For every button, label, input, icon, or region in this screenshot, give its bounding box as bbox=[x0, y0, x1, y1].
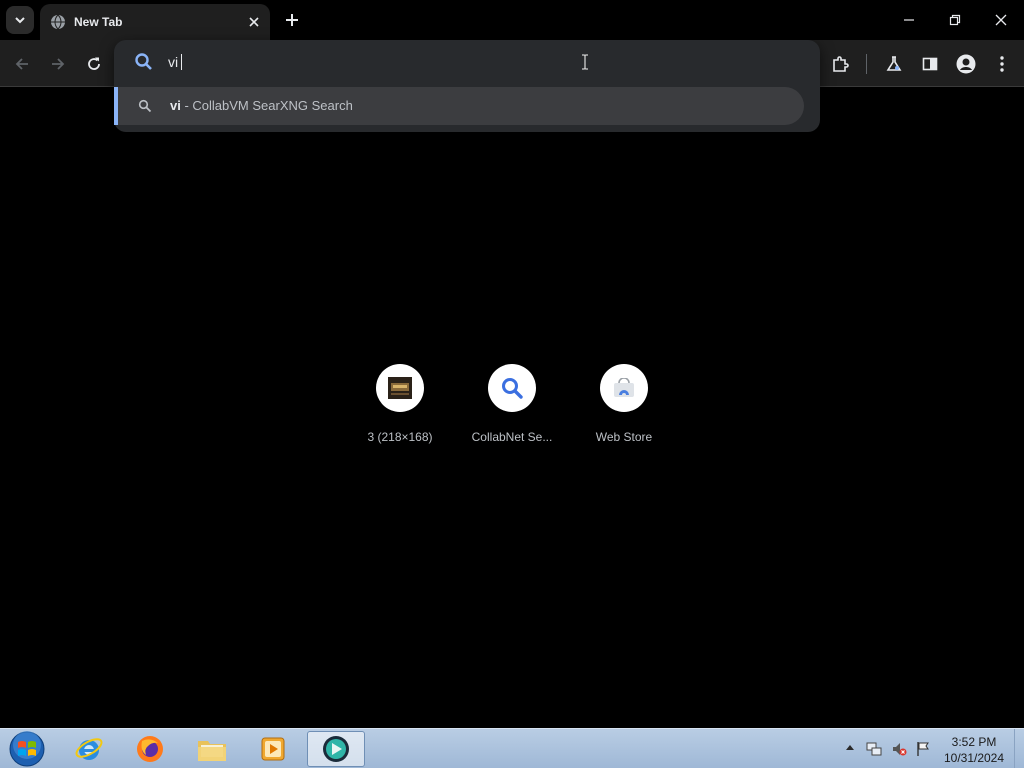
shortcut-icon-circle bbox=[488, 364, 536, 412]
omnibox-popup: vi - CollabVM SearXNG Search bbox=[114, 40, 820, 132]
suggestion-text: vi - CollabVM SearXNG Search bbox=[170, 98, 353, 113]
text-caret bbox=[181, 54, 182, 70]
screen: New Tab vi vi - CollabVM SearXNG Search … bbox=[0, 0, 1024, 768]
taskbar-app-file-explorer[interactable] bbox=[183, 731, 241, 767]
flask-icon bbox=[886, 56, 902, 71]
chevron-down-icon bbox=[15, 17, 25, 24]
search-icon bbox=[135, 53, 152, 70]
omnibox-input-row[interactable] bbox=[114, 40, 820, 84]
minimize-button[interactable] bbox=[886, 0, 932, 40]
thumbnail-image-icon bbox=[388, 377, 412, 399]
more-vertical-icon bbox=[1000, 56, 1004, 72]
profile-button[interactable] bbox=[952, 50, 980, 78]
reload-button[interactable] bbox=[80, 50, 108, 78]
forward-button[interactable] bbox=[44, 50, 72, 78]
toolbar-divider bbox=[866, 54, 867, 74]
taskbar-app-media-player[interactable] bbox=[244, 731, 302, 767]
restore-button[interactable] bbox=[932, 0, 978, 40]
taskbar: 3:52 PM 10/31/2024 bbox=[0, 728, 1024, 768]
shortcut-icon-circle bbox=[600, 364, 648, 412]
reload-icon bbox=[88, 57, 100, 70]
tab-new-tab[interactable]: New Tab bbox=[40, 4, 270, 40]
shortcut-tile[interactable]: 3 (218×168) bbox=[345, 364, 455, 454]
system-clock[interactable]: 3:52 PM 10/31/2024 bbox=[938, 734, 1010, 766]
firefox-icon bbox=[137, 736, 163, 762]
side-panel-button[interactable] bbox=[916, 50, 944, 78]
taskbar-app-browser[interactable] bbox=[307, 731, 365, 767]
globe-icon bbox=[51, 14, 65, 30]
back-button[interactable] bbox=[8, 50, 36, 78]
tab-search-button[interactable] bbox=[6, 6, 34, 34]
labs-button[interactable] bbox=[880, 50, 908, 78]
shortcut-icon-circle bbox=[376, 364, 424, 412]
taskbar-app-firefox[interactable] bbox=[121, 731, 179, 767]
side-panel-icon bbox=[922, 57, 938, 71]
puzzle-icon bbox=[833, 56, 849, 72]
extensions-button[interactable] bbox=[826, 50, 854, 78]
show-hidden-icons-icon[interactable] bbox=[845, 743, 855, 751]
restore-icon bbox=[949, 14, 961, 26]
shortcut-tile[interactable]: Web Store bbox=[569, 364, 679, 454]
show-desktop-button[interactable] bbox=[1014, 729, 1024, 768]
text-cursor-icon bbox=[582, 54, 588, 70]
close-icon bbox=[249, 17, 259, 27]
windows-orb-icon bbox=[9, 731, 45, 767]
shortcut-label: 3 (218×168) bbox=[367, 430, 433, 444]
shortcut-label: Web Store bbox=[595, 430, 653, 444]
close-icon bbox=[995, 14, 1007, 26]
minimize-icon bbox=[904, 19, 914, 21]
search-icon bbox=[502, 378, 523, 399]
shortcut-label: CollabNet Se... bbox=[471, 430, 553, 444]
suggestion-query: vi bbox=[170, 98, 181, 113]
suggestion-engine: CollabVM SearXNG Search bbox=[192, 98, 353, 113]
menu-button[interactable] bbox=[988, 50, 1016, 78]
omnibox-suggestion[interactable]: vi - CollabVM SearXNG Search bbox=[114, 87, 804, 125]
clock-time: 3:52 PM bbox=[951, 735, 997, 749]
search-icon bbox=[138, 99, 152, 113]
start-button[interactable] bbox=[6, 731, 48, 767]
avatar-icon bbox=[956, 54, 976, 74]
suggestion-separator: - bbox=[180, 98, 193, 113]
network-icon[interactable] bbox=[866, 741, 882, 757]
taskbar-app-internet-explorer[interactable] bbox=[60, 731, 118, 767]
tab-close-button[interactable] bbox=[244, 12, 264, 32]
plus-icon bbox=[286, 14, 298, 26]
ie-icon bbox=[75, 738, 103, 760]
close-window-button[interactable] bbox=[978, 0, 1024, 40]
tab-title: New Tab bbox=[74, 15, 123, 29]
new-tab-button[interactable] bbox=[280, 8, 304, 32]
arrow-left-icon bbox=[15, 58, 28, 70]
action-center-flag-icon[interactable] bbox=[915, 741, 931, 757]
web-store-icon bbox=[614, 378, 634, 397]
folder-icon bbox=[198, 741, 226, 761]
clock-date: 10/31/2024 bbox=[943, 751, 1005, 765]
media-player-icon bbox=[261, 737, 285, 761]
arrow-right-icon bbox=[52, 58, 65, 70]
address-input[interactable] bbox=[168, 52, 768, 72]
selection-indicator bbox=[114, 87, 118, 125]
tab-strip: New Tab bbox=[0, 0, 1024, 40]
browser-icon bbox=[323, 736, 349, 762]
shortcut-tile[interactable]: CollabNet Se... bbox=[457, 364, 567, 454]
volume-muted-icon[interactable] bbox=[891, 741, 907, 757]
